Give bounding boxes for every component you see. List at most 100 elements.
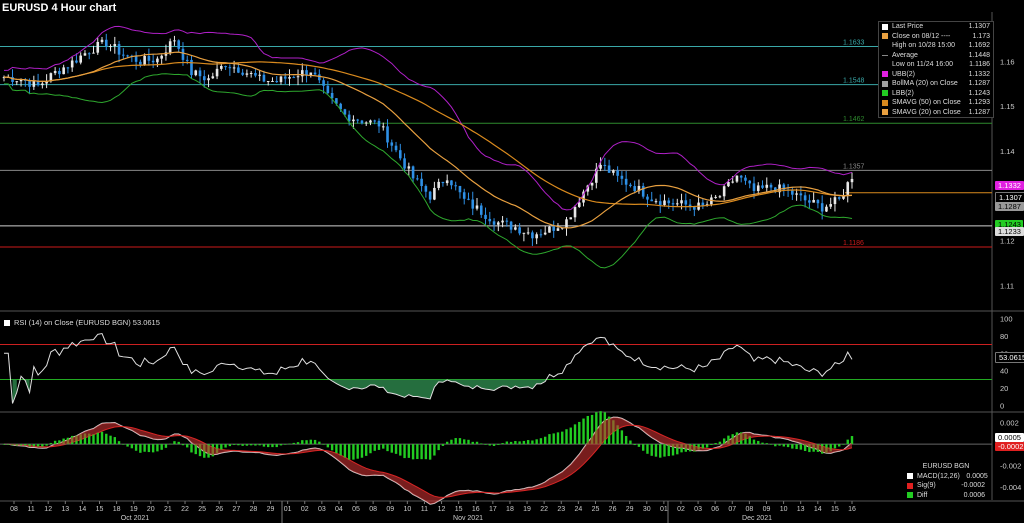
candle-body (629, 184, 632, 187)
macd-diff-bar (752, 439, 756, 445)
candle-body (168, 41, 172, 53)
macd-diff-bar (535, 439, 538, 445)
candle-body (590, 182, 594, 186)
legend-value: 1.173 (972, 32, 990, 40)
macd-diff-bar (795, 444, 798, 450)
macd-diff-bar (360, 444, 364, 458)
macd-diff-bar (45, 444, 48, 446)
macd-diff-bar (399, 444, 402, 456)
x-tick-label: 08 (369, 506, 377, 513)
candle-body (688, 204, 692, 207)
macd-diff-bar (833, 444, 837, 449)
macd-diff-bar (394, 444, 398, 454)
macd-diff-bar (343, 444, 347, 458)
macd-diff-bar (416, 444, 419, 460)
macd-diff-bar (241, 444, 244, 446)
legend-label: SMAVG (50) on Close (892, 99, 961, 107)
candle-body (577, 202, 581, 207)
x-tick-label: 30 (643, 506, 651, 513)
macd-diff-bar (428, 444, 432, 460)
candle-body (739, 175, 743, 178)
legend-value: 1.1332 (968, 70, 990, 78)
candle-body (198, 70, 202, 77)
candle-body (399, 150, 402, 159)
candle-body (735, 175, 739, 182)
macd-diff-bar (309, 439, 313, 445)
candle-body (658, 201, 662, 206)
macd-diff-bar (705, 444, 709, 448)
macd-diff-bar (109, 435, 112, 445)
candle-body (816, 199, 820, 204)
rsi-tick-label: 80 (1000, 332, 1008, 341)
candle-body (32, 80, 36, 87)
x-tick-label: 28 (250, 506, 258, 513)
candle-body (87, 53, 91, 55)
x-tick-label: 02 (301, 506, 309, 513)
x-tick-label: 05 (352, 506, 360, 513)
candle-body (139, 61, 142, 65)
macd-diff-bar (569, 427, 572, 445)
candle-body (109, 46, 112, 48)
candle-body (41, 83, 44, 86)
macd-diff-bar (543, 436, 547, 445)
x-tick-label: 16 (848, 506, 856, 513)
x-tick-label: 27 (232, 506, 240, 513)
legend-entry: BollMA (20) on Close 1.1287 (879, 79, 993, 89)
legend-swatch (907, 473, 913, 480)
macd-diff-bar (633, 444, 636, 446)
legend-value: 1.1287 (968, 80, 990, 88)
macd-tag: 0.0005 (995, 433, 1024, 442)
sig-tag: -0.0002 (995, 442, 1024, 451)
candle-body (514, 227, 517, 230)
candle-body (663, 200, 666, 206)
candle-body (752, 183, 756, 191)
macd-diff-bar (105, 433, 108, 445)
x-tick-label: 15 (455, 506, 463, 513)
rsi-oversold-fill (12, 379, 17, 404)
macd-diff-bar (100, 431, 104, 445)
macd-diff-bar (245, 444, 249, 446)
candle-body (505, 220, 509, 222)
x-tick-label: 10 (780, 506, 788, 513)
macd-diff-bar (458, 438, 462, 445)
legend-value: 0.0006 (963, 491, 985, 499)
candle-body (28, 80, 31, 87)
macd-diff-bar (177, 441, 180, 445)
candle-body (441, 181, 445, 184)
ubb-line (3, 25, 853, 211)
candle-body (479, 205, 483, 215)
candle-body (249, 73, 253, 75)
candle-body (458, 185, 462, 193)
macd-diff-bar (258, 444, 261, 446)
macd-diff-bar (441, 444, 445, 446)
macd-diff-bar (168, 443, 172, 445)
candle-body (718, 196, 722, 198)
macd-diff-bar (467, 439, 470, 445)
macd-diff-bar (318, 441, 321, 445)
month-label: Oct 2021 (121, 515, 150, 522)
candle-body (92, 52, 95, 54)
macd-diff-bar (637, 444, 641, 447)
candle-body (671, 203, 675, 205)
macd-diff-bar (262, 444, 266, 447)
candle-body (420, 178, 423, 187)
candle-body (283, 76, 287, 79)
x-tick-label: 26 (215, 506, 223, 513)
candle-body (330, 93, 334, 99)
legend-swatch (882, 109, 888, 116)
chart-canvas[interactable]: 1.16331.15481.14621.13571.1186 1.111.121… (0, 0, 1024, 523)
macd-diff-bar (799, 444, 803, 450)
macd-diff-bar (296, 442, 300, 445)
macd-diff-bar (646, 444, 649, 454)
candle-body (407, 166, 411, 169)
rsi-legend-label: RSI (14) on Close (EURUSD BGN) 53.0615 (14, 318, 160, 327)
candle-body (731, 181, 734, 183)
macd-diff-bar (143, 444, 146, 452)
macd-diff-bar (492, 444, 496, 446)
legend-entry: High on 10/28 15:00 1.1692 (879, 41, 993, 51)
candle-body (160, 55, 163, 59)
macd-diff-bar (620, 430, 624, 445)
legend-value: 0.0005 (966, 472, 988, 480)
x-tick-label: 01 (660, 506, 668, 513)
ubb-tag: 1.1332 (995, 181, 1024, 190)
